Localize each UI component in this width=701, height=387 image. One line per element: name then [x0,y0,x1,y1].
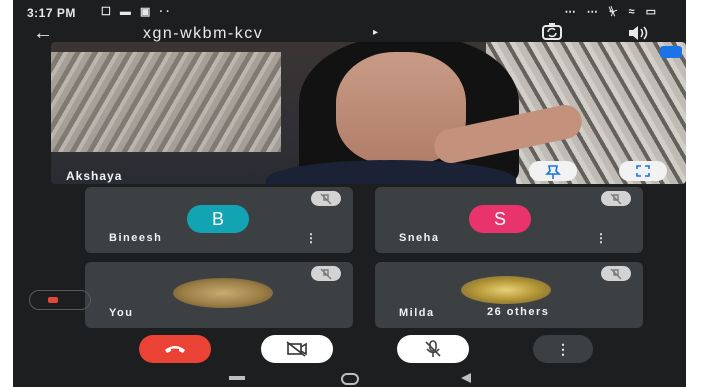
mic-off-icon [610,268,622,279]
mic-off-icon [320,193,332,204]
system-icons: ⋯ ⋯ ⏧ ≈ ▭ [564,6,660,18]
mic-off-badge [311,191,341,206]
pin-button[interactable] [529,161,577,181]
main-video-tile[interactable]: Akshaya [51,42,686,184]
meeting-code[interactable]: xgn-wkbm-kcv [143,25,263,43]
self-preview-outline [29,290,91,310]
more-options-icon[interactable]: ⋮ [305,231,317,245]
more-options-icon[interactable]: ⋮ [595,231,607,245]
camera-toggle-button[interactable] [261,335,333,363]
record-icon [48,297,58,303]
fullscreen-button[interactable] [619,161,667,181]
mic-off-badge [601,266,631,281]
participant-name: You [109,307,134,319]
others-count[interactable]: 26 others [487,306,550,318]
system-navigation-bar [13,368,686,387]
back-arrow-icon[interactable]: ← [33,22,53,45]
network-badge-icon [660,46,682,58]
participant-name: Bineesh [109,232,163,244]
mic-off-badge [311,266,341,281]
participant-name: Milda [399,307,435,319]
video-background [51,52,281,152]
phone-hangup-icon [165,346,185,353]
participant-video-thumbnail [461,276,551,304]
speaker-icon[interactable] [627,24,649,42]
chevron-right-icon[interactable]: ▸ [373,27,378,38]
camera-off-icon [286,341,307,357]
microphone-toggle-button[interactable] [397,335,469,363]
avatar: S [469,205,531,233]
recents-icon[interactable] [229,376,245,380]
status-time: 3:17 PM [27,6,76,20]
participant-tile[interactable]: Milda 26 others [375,262,643,328]
main-participant-name: Akshaya [66,169,123,183]
end-call-button[interactable] [139,335,211,363]
meet-screen: 3:17 PM ☐ ▬ ▣ ·· ⋯ ⋯ ⏧ ≈ ▭ ← xgn-wkbm-kc… [13,0,686,387]
home-icon[interactable] [341,373,359,385]
notification-icons: ☐ ▬ ▣ ·· [101,6,173,18]
call-controls: ⋮ [13,332,686,366]
switch-camera-icon[interactable] [541,22,563,42]
fullscreen-icon [636,165,650,177]
mic-off-icon [320,268,332,279]
participant-name: Sneha [399,232,440,244]
pin-icon [545,165,561,179]
mic-off-badge [601,191,631,206]
mic-off-icon [610,193,622,204]
mic-off-icon [425,340,441,357]
participant-tile[interactable]: B Bineesh ⋮ [85,187,353,253]
participant-tile[interactable]: S Sneha ⋮ [375,187,643,253]
self-video-thumbnail [173,278,273,308]
self-tile[interactable]: You [85,262,353,328]
more-options-button[interactable]: ⋮ [533,335,593,363]
avatar: B [187,205,249,233]
back-icon[interactable] [461,373,471,383]
